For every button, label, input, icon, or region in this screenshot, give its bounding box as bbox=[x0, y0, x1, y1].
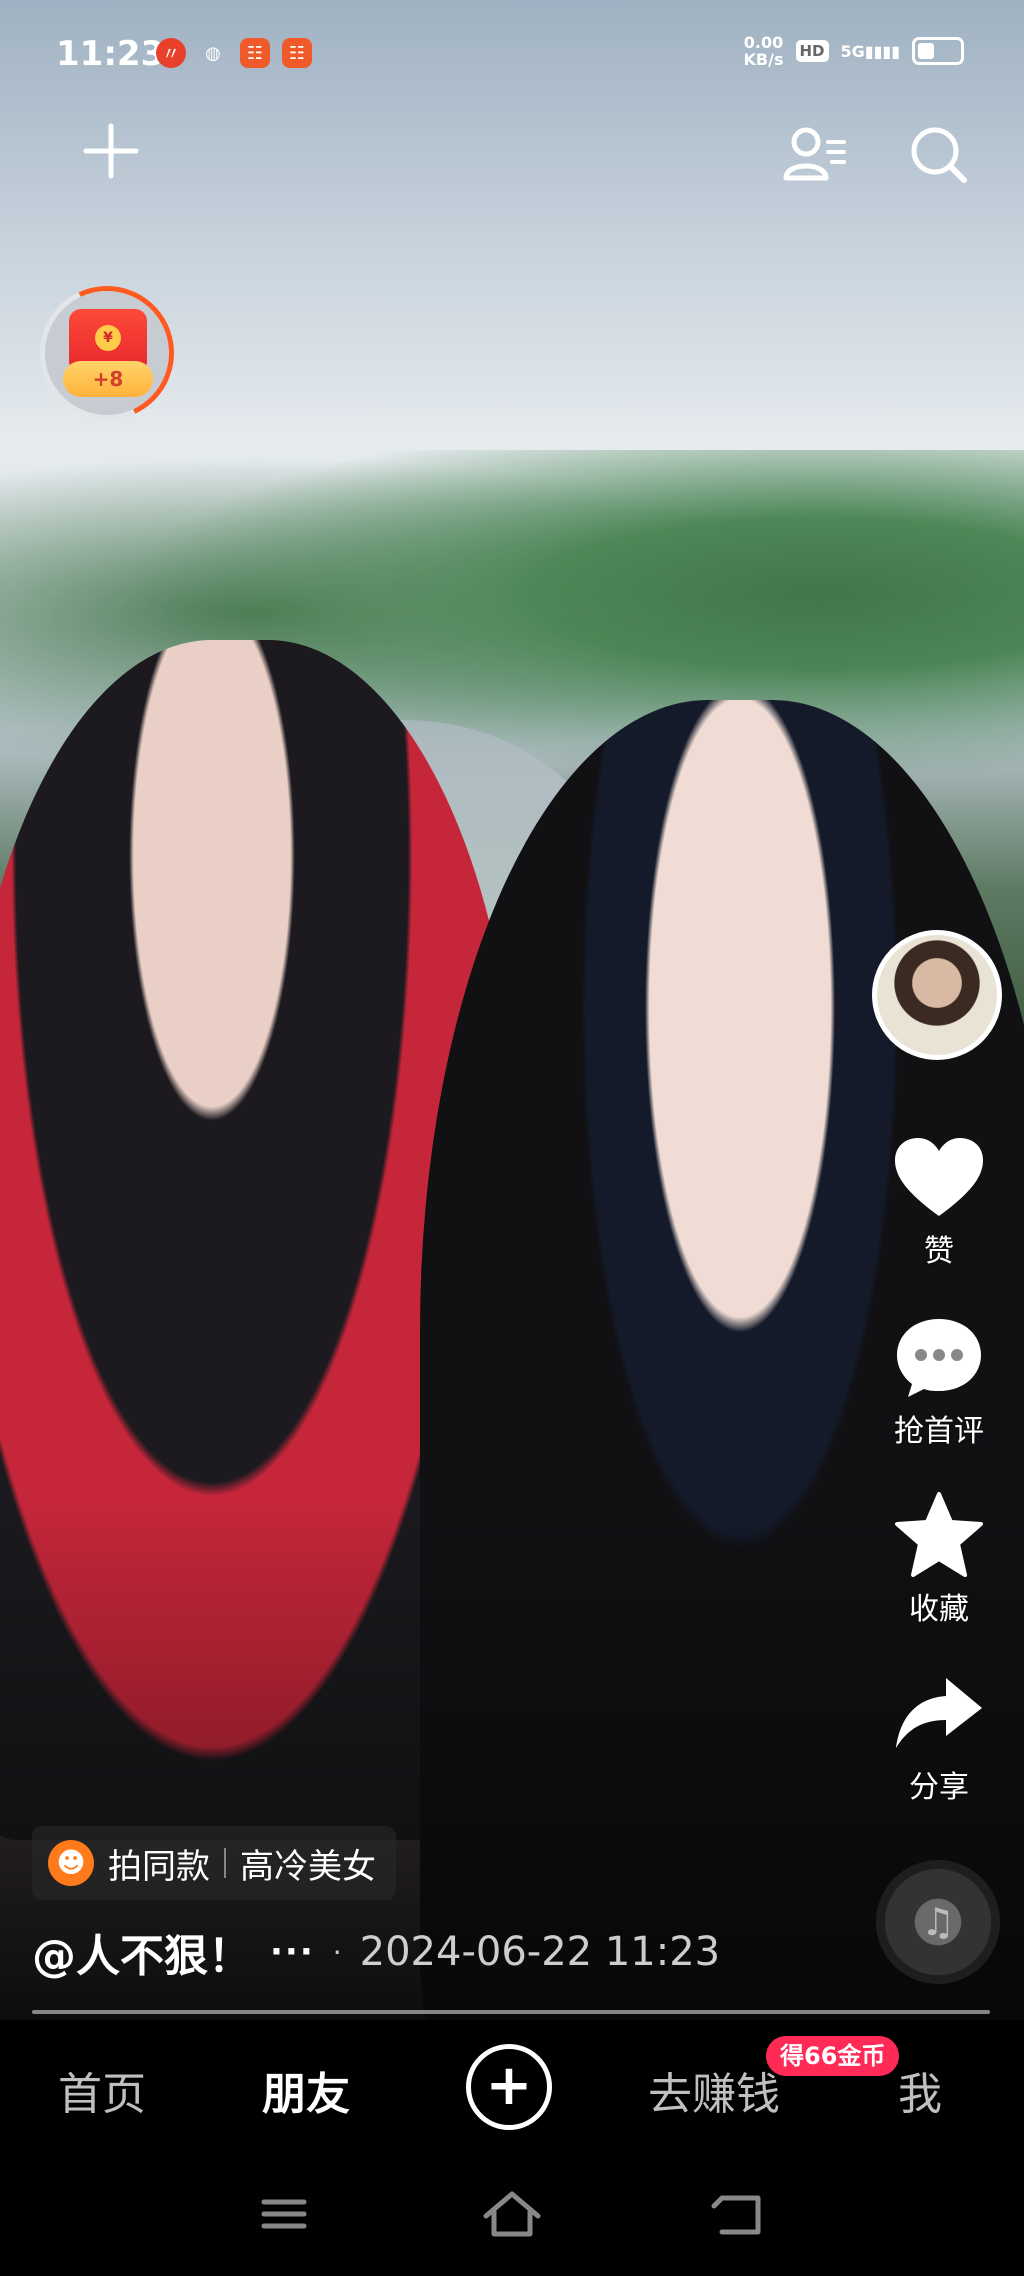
video-progress-bar[interactable] bbox=[32, 2010, 990, 2014]
search-button[interactable] bbox=[904, 120, 974, 190]
home-button[interactable] bbox=[472, 2184, 552, 2244]
friends-list-button[interactable] bbox=[780, 120, 850, 190]
comment-icon bbox=[872, 1310, 1006, 1406]
template-name: 高冷美女 bbox=[240, 1846, 376, 1887]
add-button[interactable] bbox=[78, 118, 144, 184]
net-speed-unit: KB/s bbox=[743, 50, 784, 69]
coin-icon: ¥ bbox=[95, 325, 121, 351]
favorite-button[interactable]: 收藏 bbox=[872, 1488, 1006, 1628]
share-button[interactable]: 分享 bbox=[872, 1666, 1006, 1806]
video-player[interactable] bbox=[0, 0, 1024, 2020]
bottom-nav: 首页 朋友 + 去赚钱 得66金币 我 bbox=[0, 2020, 1024, 2160]
net-speed: 0.00 KB/s bbox=[744, 34, 784, 68]
comment-button[interactable]: 抢首评 bbox=[872, 1310, 1006, 1450]
music-note-icon: ♫ bbox=[920, 1900, 956, 1944]
create-button[interactable]: + bbox=[466, 2044, 552, 2130]
notification-icons: 〃 ◍ ☷ ☷ bbox=[156, 38, 312, 68]
wechat-icon: ◍ bbox=[205, 42, 221, 64]
video-caption: @人不狠！ ··· · 2024-06-22 11:23 bbox=[32, 1920, 720, 1984]
app-notification-icon: 〃 bbox=[156, 38, 186, 68]
status-bar: 11:23 〃 ◍ ☷ ☷ 0.00 KB/s HD 5G▮▮▮▮ bbox=[0, 0, 1024, 110]
app-notification-icon: ☷ bbox=[240, 38, 270, 68]
post-date: 2024-06-22 11:23 bbox=[359, 1929, 721, 1975]
share-label: 分享 bbox=[909, 1770, 969, 1805]
comment-label: 抢首评 bbox=[894, 1414, 984, 1449]
menu-button[interactable] bbox=[244, 2184, 324, 2244]
reward-count: +8 bbox=[63, 361, 153, 397]
network-type: 5G bbox=[840, 41, 865, 61]
hd-icon: HD bbox=[795, 40, 829, 62]
tab-home[interactable]: 首页 bbox=[58, 2058, 146, 2122]
search-icon bbox=[911, 127, 967, 183]
tab-friends[interactable]: 朋友 bbox=[262, 2058, 350, 2122]
author-username[interactable]: @人不狠！ bbox=[32, 1920, 252, 1984]
smiley-icon: ☻ bbox=[48, 1840, 94, 1886]
heart-icon bbox=[872, 1130, 1006, 1226]
template-action: 拍同款 bbox=[108, 1846, 210, 1887]
like-button[interactable]: 赞 bbox=[872, 1130, 1006, 1270]
status-right: 0.00 KB/s HD 5G▮▮▮▮ bbox=[744, 34, 964, 68]
system-nav-bar bbox=[0, 2160, 1024, 2276]
status-time: 11:23 bbox=[56, 34, 165, 74]
app-notification-icon: ☷ bbox=[282, 38, 312, 68]
back-icon bbox=[711, 2195, 761, 2235]
caption-separator: · bbox=[332, 1935, 342, 1969]
user-list-icon bbox=[783, 127, 846, 181]
tab-me[interactable]: 我 bbox=[898, 2058, 942, 2122]
plus-icon bbox=[83, 123, 139, 179]
net-speed-value: 0.00 bbox=[743, 33, 784, 52]
tab-earn[interactable]: 去赚钱 bbox=[648, 2058, 780, 2122]
more-button[interactable]: ··· bbox=[270, 1932, 315, 1972]
like-label: 赞 bbox=[924, 1234, 954, 1269]
back-button[interactable] bbox=[700, 2184, 780, 2244]
music-disc[interactable]: ♫ bbox=[876, 1860, 1000, 1984]
chip-divider bbox=[224, 1848, 226, 1878]
share-icon bbox=[872, 1666, 1006, 1762]
star-icon bbox=[872, 1488, 1006, 1584]
template-chip[interactable]: ☻ 拍同款 高冷美女 bbox=[32, 1826, 396, 1900]
signal-icon: 5G▮▮▮▮ bbox=[840, 41, 900, 61]
earn-coins-badge: 得66金币 bbox=[766, 2036, 900, 2076]
home-icon bbox=[483, 2191, 541, 2237]
battery-icon bbox=[912, 37, 964, 65]
menu-icon bbox=[261, 2199, 307, 2229]
author-avatar[interactable] bbox=[872, 930, 1002, 1060]
red-envelope-widget[interactable]: ¥ +8 bbox=[21, 267, 193, 439]
favorite-label: 收藏 bbox=[909, 1592, 969, 1627]
